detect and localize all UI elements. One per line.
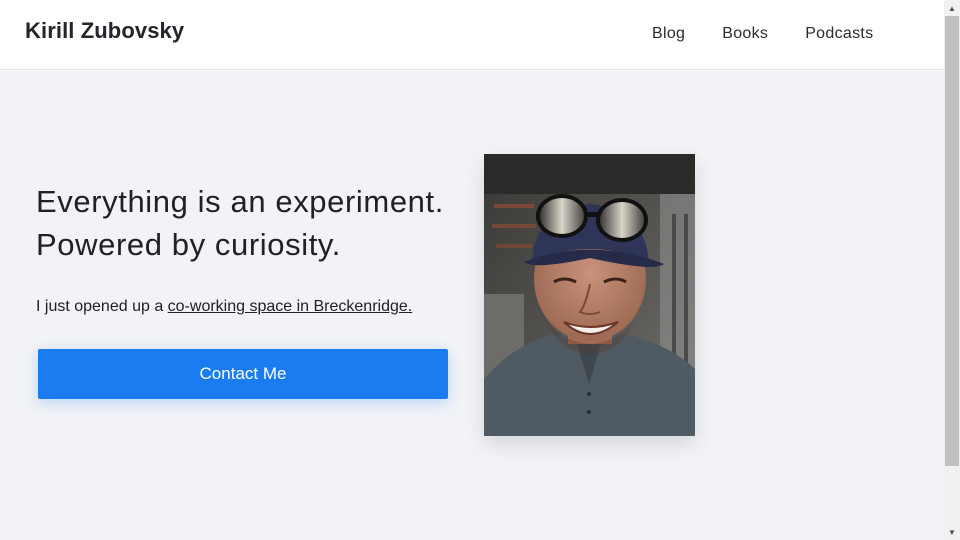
- intro-text: I just opened up a co-working space in B…: [36, 298, 412, 316]
- site-title-link[interactable]: Kirill Zubovsky: [25, 18, 184, 44]
- intro-prefix: I just opened up a: [36, 298, 168, 315]
- coworking-space-link[interactable]: co-working space in Breckenridge.: [168, 298, 413, 315]
- page: Kirill Zubovsky Blog Books Podcasts Ever…: [0, 0, 944, 540]
- browser-viewport: Kirill Zubovsky Blog Books Podcasts Ever…: [0, 0, 960, 540]
- hero-heading: Everything is an experiment. Powered by …: [36, 180, 444, 266]
- vertical-scrollbar[interactable]: ▲ ▼: [944, 0, 960, 540]
- triangle-up-icon: ▲: [948, 3, 956, 13]
- nav-link-blog[interactable]: Blog: [652, 25, 685, 43]
- main-nav: Blog Books Podcasts: [652, 25, 873, 43]
- nav-link-books[interactable]: Books: [722, 25, 768, 43]
- site-header: Kirill Zubovsky Blog Books Podcasts: [0, 0, 944, 70]
- triangle-down-icon: ▼: [948, 527, 956, 537]
- scroll-down-arrow[interactable]: ▼: [944, 524, 960, 540]
- scrollbar-thumb[interactable]: [945, 16, 959, 466]
- contact-me-button[interactable]: Contact Me: [38, 349, 448, 399]
- hero-heading-line-2: Powered by curiosity.: [36, 227, 341, 262]
- hero-heading-line-1: Everything is an experiment.: [36, 184, 444, 219]
- profile-photo: [484, 154, 695, 436]
- scroll-up-arrow[interactable]: ▲: [944, 0, 960, 16]
- nav-link-podcasts[interactable]: Podcasts: [805, 25, 873, 43]
